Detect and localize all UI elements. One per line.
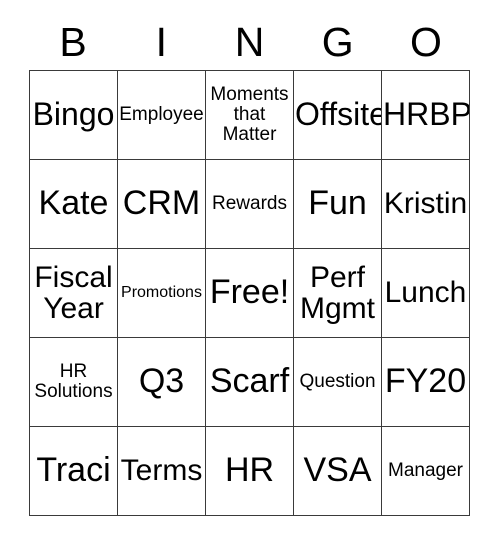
bingo-cell-label: Offsite xyxy=(295,96,382,133)
bingo-row: Traci Terms HR VSA Manager xyxy=(30,427,470,516)
bingo-cell[interactable]: Employee xyxy=(118,71,206,160)
bingo-row: Kate CRM Rewards Fun Kristin xyxy=(30,160,470,249)
bingo-cell-label: VSA xyxy=(303,451,372,490)
bingo-cell[interactable]: Fun xyxy=(294,160,382,249)
bingo-header: B I N G O xyxy=(29,14,470,70)
bingo-cell[interactable]: FY20 xyxy=(382,338,470,427)
bingo-cell-label: Free! xyxy=(209,273,290,312)
bingo-cell[interactable]: Scarf xyxy=(206,338,294,427)
bingo-cell-label: Q3 xyxy=(138,362,185,401)
bingo-cell-label: HR Solutions xyxy=(34,361,113,402)
bingo-cell-label: Perf Mgmt xyxy=(300,260,375,325)
bingo-cell-label: Moments that Matter xyxy=(210,84,289,145)
bingo-cell[interactable]: Fiscal Year xyxy=(30,249,118,338)
bingo-cell[interactable]: CRM xyxy=(118,160,206,249)
bingo-cell[interactable]: Rewards xyxy=(206,160,294,249)
bingo-cell-label: Fiscal Year xyxy=(34,260,113,325)
bingo-cell-label: HR xyxy=(224,451,275,490)
bingo-cell-label: Rewards xyxy=(212,193,287,215)
bingo-cell[interactable]: Terms xyxy=(118,427,206,516)
bingo-cell-label: Scarf xyxy=(209,362,290,401)
bingo-row: Bingo Employee Moments that Matter Offsi… xyxy=(30,71,470,160)
header-letter-b: B xyxy=(59,18,87,65)
bingo-cell-label: Kristin xyxy=(383,187,468,221)
bingo-cell[interactable]: Lunch xyxy=(382,249,470,338)
bingo-cell[interactable]: Promotions xyxy=(118,249,206,338)
bingo-cell[interactable]: Perf Mgmt xyxy=(294,249,382,338)
bingo-cell[interactable]: Moments that Matter xyxy=(206,71,294,160)
bingo-row: Fiscal Year Promotions Free! Perf Mgmt L… xyxy=(30,249,470,338)
bingo-cell-label: Kate xyxy=(38,184,109,223)
bingo-cell[interactable]: HR Solutions xyxy=(30,338,118,427)
header-letter-i: I xyxy=(155,18,167,65)
bingo-grid: Bingo Employee Moments that Matter Offsi… xyxy=(29,70,470,516)
bingo-cell-label: Bingo xyxy=(32,96,115,133)
bingo-cell[interactable]: HRBP xyxy=(382,71,470,160)
bingo-cell-label: Fun xyxy=(308,184,367,223)
bingo-cell-label: CRM xyxy=(122,184,201,223)
bingo-cell[interactable]: Kate xyxy=(30,160,118,249)
bingo-cell-label: Manager xyxy=(388,460,463,482)
bingo-cell[interactable]: VSA xyxy=(294,427,382,516)
bingo-cell-label: HRBP xyxy=(383,96,470,133)
bingo-cell[interactable]: Question xyxy=(294,338,382,427)
bingo-cell-label: Traci xyxy=(36,451,111,490)
bingo-cell-label: Employee xyxy=(119,104,204,126)
bingo-cell-label: Promotions xyxy=(121,283,202,301)
bingo-row: HR Solutions Q3 Scarf Question FY20 xyxy=(30,338,470,427)
bingo-cell-label: Question xyxy=(299,371,376,393)
bingo-card: B I N G O Bingo Employee Moments that Ma… xyxy=(0,0,500,544)
bingo-cell-label: FY20 xyxy=(384,362,467,401)
bingo-cell-label: Lunch xyxy=(384,276,467,310)
bingo-cell-label: Terms xyxy=(120,454,203,488)
bingo-cell[interactable]: Q3 xyxy=(118,338,206,427)
bingo-cell[interactable]: Offsite xyxy=(294,71,382,160)
header-letter-o: O xyxy=(409,18,442,65)
bingo-cell[interactable]: HR xyxy=(206,427,294,516)
bingo-cell[interactable]: Traci xyxy=(30,427,118,516)
bingo-cell[interactable]: Manager xyxy=(382,427,470,516)
bingo-cell[interactable]: Kristin xyxy=(382,160,470,249)
bingo-cell-free[interactable]: Free! xyxy=(206,249,294,338)
bingo-cell[interactable]: Bingo xyxy=(30,71,118,160)
header-letter-g: G xyxy=(321,18,354,65)
header-letter-n: N xyxy=(234,18,265,65)
